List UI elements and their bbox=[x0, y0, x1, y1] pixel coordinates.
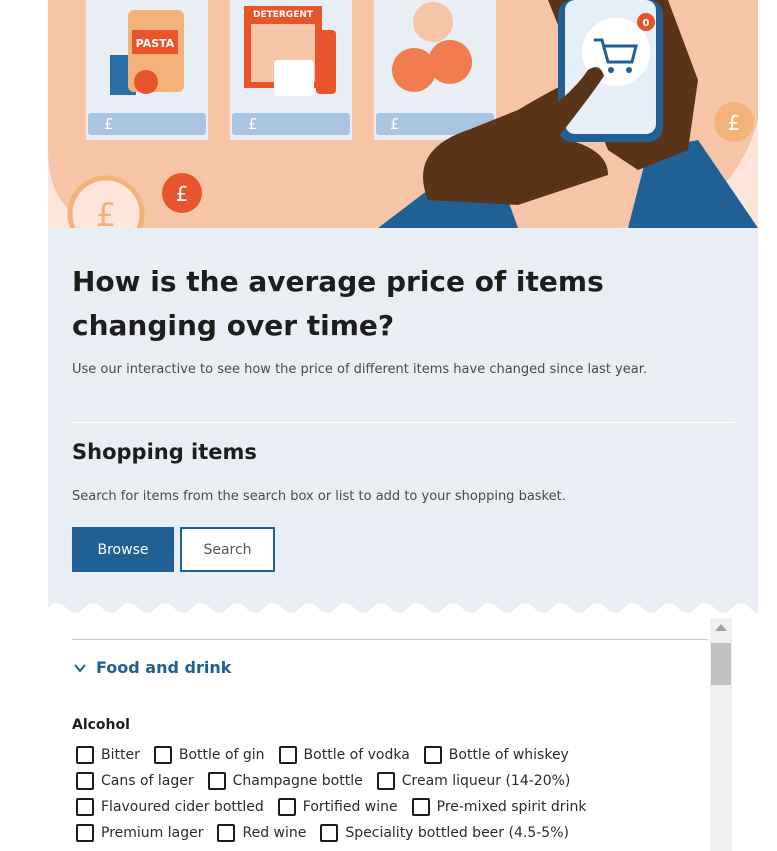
checkbox-grid: Bitter Bottle of gin Bottle of vodka Bot… bbox=[76, 742, 716, 846]
pound-coin-right-icon: £ bbox=[714, 102, 754, 142]
divider bbox=[72, 422, 734, 423]
food-and-drink-accordion[interactable]: Food and drink bbox=[72, 658, 231, 677]
checkbox[interactable] bbox=[278, 746, 297, 764]
search-button[interactable]: Search bbox=[180, 527, 275, 572]
wave-divider bbox=[48, 603, 758, 620]
checkbox-row: Bitter Bottle of gin Bottle of vodka Bot… bbox=[76, 742, 716, 768]
price-tag-1: £ bbox=[104, 115, 114, 133]
checkbox[interactable] bbox=[153, 746, 172, 764]
checkbox-label: Bottle of whiskey bbox=[448, 747, 569, 763]
checkbox-label: Pre-mixed spirit drink bbox=[436, 799, 587, 815]
cart-badge-count: 0 bbox=[643, 18, 650, 29]
checkbox-row: Premium lager Red wine Speciality bottle… bbox=[76, 820, 716, 846]
checkbox[interactable] bbox=[207, 772, 226, 790]
checkbox-option[interactable]: Cans of lager bbox=[76, 772, 194, 790]
list-divider bbox=[72, 639, 708, 640]
checkbox-label: Flavoured cider bottled bbox=[101, 799, 264, 815]
pasta-card: PASTA £ bbox=[86, 0, 208, 140]
fruit-card: £ bbox=[374, 0, 496, 140]
checkbox[interactable] bbox=[320, 824, 339, 842]
checkbox-label: Speciality bottled beer (4.5-5%) bbox=[345, 825, 569, 841]
checkbox[interactable] bbox=[76, 798, 94, 816]
hero-illustration: PASTA £ DETERGENT £ £ 0 £ £ £ bbox=[48, 0, 758, 228]
checkbox[interactable] bbox=[411, 798, 430, 816]
checkbox-label: Red wine bbox=[242, 825, 307, 841]
checkbox-label: Bitter bbox=[101, 747, 140, 763]
intro-panel: How is the average price of items changi… bbox=[48, 228, 758, 620]
detergent-label: DETERGENT bbox=[253, 10, 314, 20]
shopping-items-title: Shopping items bbox=[72, 440, 257, 464]
checkbox[interactable] bbox=[376, 772, 395, 790]
checkbox-label: Fortified wine bbox=[302, 799, 398, 815]
checkbox-row: Cans of lager Champagne bottle Cream liq… bbox=[76, 768, 716, 794]
checkbox-option[interactable]: Premium lager bbox=[76, 824, 203, 842]
pound-coin-icon: £ bbox=[67, 175, 145, 228]
checkbox-row: Flavoured cider bottled Fortified wine P… bbox=[76, 794, 716, 820]
checkbox-option[interactable]: Bottle of whiskey bbox=[423, 746, 569, 764]
pasta-label: PASTA bbox=[136, 37, 175, 50]
scrollbar[interactable] bbox=[710, 618, 732, 851]
accordion-label: Food and drink bbox=[96, 658, 232, 677]
intro-description: Use our interactive to see how the price… bbox=[72, 362, 647, 377]
checkbox-option[interactable]: Pre-mixed spirit drink bbox=[411, 798, 587, 816]
checkbox-option[interactable]: Fortified wine bbox=[277, 798, 398, 816]
checkbox-option[interactable]: Bottle of vodka bbox=[278, 746, 410, 764]
checkbox-option[interactable]: Champagne bottle bbox=[207, 772, 363, 790]
checkbox-label: Champagne bottle bbox=[232, 773, 363, 789]
checkbox[interactable] bbox=[217, 824, 236, 842]
item-list: Food and drink Alcohol Bitter Bottle of … bbox=[48, 618, 758, 851]
checkbox[interactable] bbox=[423, 746, 442, 764]
hero-svg: PASTA £ DETERGENT £ £ 0 £ £ £ bbox=[48, 0, 758, 228]
checkbox-option[interactable]: Bottle of gin bbox=[153, 746, 265, 764]
checkbox[interactable] bbox=[76, 772, 94, 790]
chevron-down-icon bbox=[74, 663, 86, 673]
scroll-up-icon[interactable] bbox=[715, 624, 727, 631]
subcategory-label: Alcohol bbox=[72, 717, 130, 733]
checkbox-option[interactable]: Cream liqueur (14-20%) bbox=[376, 772, 571, 790]
shopping-items-description: Search for items from the search box or … bbox=[72, 489, 566, 504]
svg-text:£: £ bbox=[728, 111, 741, 135]
browse-button[interactable]: Browse bbox=[72, 527, 174, 572]
page-title: How is the average price of items changi… bbox=[72, 265, 604, 342]
checkbox-option[interactable]: Bitter bbox=[76, 746, 140, 764]
checkbox-label: Bottle of gin bbox=[178, 747, 265, 763]
checkbox-label: Cans of lager bbox=[101, 773, 194, 789]
price-tag-3: £ bbox=[390, 115, 400, 133]
checkbox[interactable] bbox=[277, 798, 296, 816]
price-tag-2: £ bbox=[248, 115, 258, 133]
checkbox[interactable] bbox=[76, 824, 94, 842]
checkbox-option[interactable]: Speciality bottled beer (4.5-5%) bbox=[320, 824, 569, 842]
svg-text:£: £ bbox=[96, 196, 116, 228]
checkbox-label: Cream liqueur (14-20%) bbox=[401, 773, 571, 789]
checkbox[interactable] bbox=[76, 746, 94, 764]
checkbox-label: Premium lager bbox=[101, 825, 204, 841]
svg-text:£: £ bbox=[176, 182, 189, 206]
checkbox-option[interactable]: Flavoured cider bottled bbox=[76, 798, 264, 816]
checkbox-label: Bottle of vodka bbox=[303, 747, 410, 763]
checkbox-option[interactable]: Red wine bbox=[217, 824, 306, 842]
pound-coin-small-icon: £ bbox=[162, 173, 202, 213]
scrollbar-thumb[interactable] bbox=[711, 643, 731, 685]
detergent-card: DETERGENT £ bbox=[230, 0, 352, 140]
